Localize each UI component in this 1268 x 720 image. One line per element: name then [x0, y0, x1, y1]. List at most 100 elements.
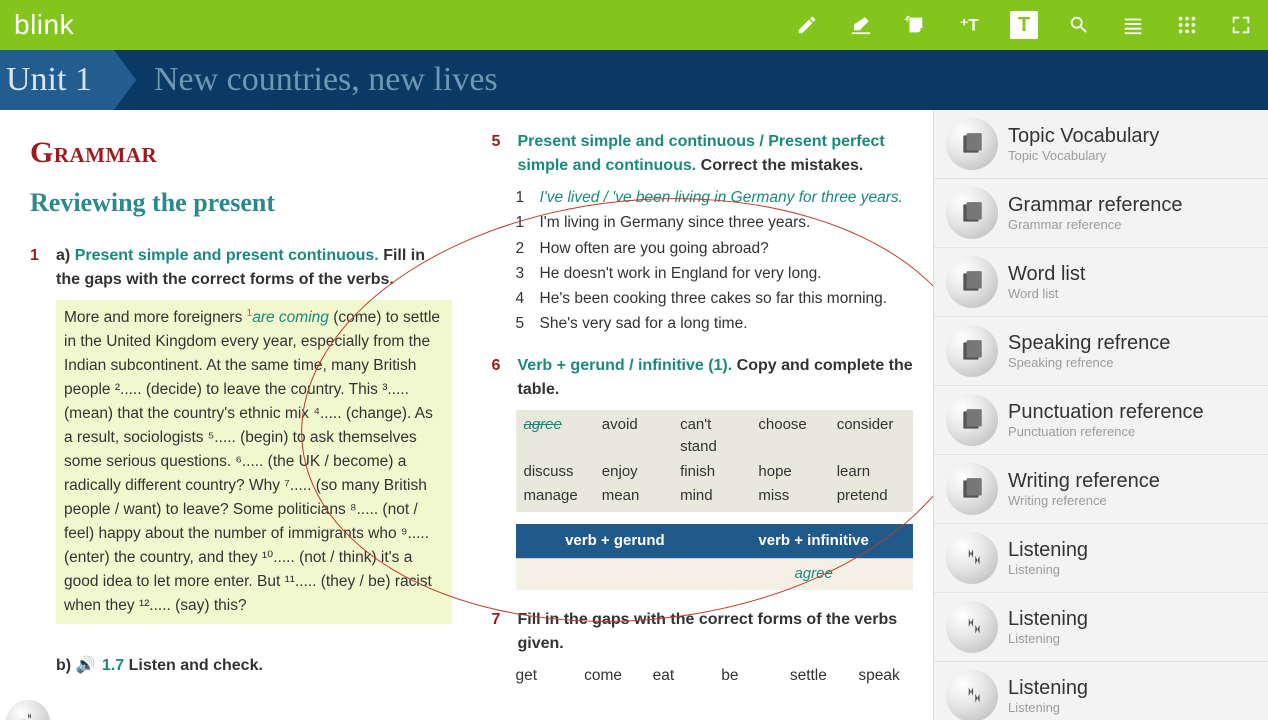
word-cell: get: [516, 664, 571, 687]
word-cell: finish: [680, 461, 748, 484]
ex7-bold: Fill in the gaps with the correct forms …: [518, 611, 898, 652]
unit-header: Unit 1 New countries, new lives: [0, 50, 1268, 110]
sidebar-item[interactable]: Grammar referenceGrammar reference: [934, 179, 1268, 248]
sidebar-item[interactable]: Speaking refrenceSpeaking refrence: [934, 317, 1268, 386]
ex1-passage: More and more foreigners 1are coming (co…: [56, 300, 452, 624]
word-cell: avoid: [602, 414, 670, 459]
ex5-row-text: How often are you going abroad?: [540, 237, 769, 260]
ex5-row: 3 He doesn't work in England for very lon…: [516, 262, 914, 285]
ex6-teal: Verb + gerund / infinitive (1).: [518, 357, 733, 374]
fullscreen-icon[interactable]: [1228, 12, 1254, 38]
audio-icon: [946, 601, 998, 653]
search-icon[interactable]: [1066, 12, 1092, 38]
ex7-words: getcomeeatbesettlespeak: [516, 664, 914, 687]
th-gerund: verb + gerund: [516, 524, 715, 559]
word-cell: mind: [680, 485, 748, 508]
word-cell: enjoy: [602, 461, 670, 484]
ex5-num: 5: [492, 130, 508, 178]
ex6-table-head: verb + gerund verb + infinitive: [516, 524, 914, 559]
sidebar-item-title: Speaking refrence: [1008, 332, 1170, 355]
word-cell: settle: [790, 664, 845, 687]
ex7-lead: 7 Fill in the gaps with the correct form…: [492, 608, 914, 656]
page-content: Grammar Reviewing the present 1 a) Prese…: [0, 110, 933, 720]
word-cell: consider: [837, 414, 905, 459]
ex5-row-num: 5: [516, 312, 528, 335]
ex5-row: 2 How often are you going abroad?: [516, 237, 914, 260]
word-cell: mean: [602, 485, 670, 508]
word-cell: can't stand: [680, 414, 748, 459]
ex5-bold: Correct the mistakes.: [701, 157, 864, 174]
th-infinitive: verb + infinitive: [714, 524, 913, 559]
passage-post: (come) to settle in the United Kingdom e…: [64, 309, 440, 614]
ex5-row-text: I've lived / 've been living in Germany …: [540, 186, 903, 209]
ex5-rows: 1 I've lived / 've been living in Germany…: [492, 186, 914, 336]
sidebar-item-sub: Listening: [1008, 700, 1088, 715]
word-cell: hope: [758, 461, 826, 484]
text-add-icon[interactable]: ⁺T: [956, 12, 982, 38]
ex1-teal: Present simple and present continuous.: [75, 247, 379, 264]
ex1-num: 1: [30, 244, 46, 292]
word-cell: pretend: [837, 485, 905, 508]
word-cell: miss: [758, 485, 826, 508]
cards-icon: [946, 118, 998, 170]
sidebar-item[interactable]: Word listWord list: [934, 248, 1268, 317]
sidebar-item-sub: Listening: [1008, 631, 1088, 646]
word-cell: choose: [758, 414, 826, 459]
passage-pre: More and more foreigners: [64, 309, 247, 326]
ex6-num: 6: [492, 354, 508, 402]
sidebar-item[interactable]: Writing referenceWriting reference: [934, 455, 1268, 524]
ex6-table-row: agree: [516, 558, 914, 590]
sidebar-item[interactable]: Punctuation referencePunctuation referen…: [934, 386, 1268, 455]
sidebar-item-title: Writing reference: [1008, 470, 1160, 493]
sidebar-item[interactable]: ListeningListening: [934, 524, 1268, 593]
heading-grammar: Grammar: [30, 130, 452, 175]
sidebar-item[interactable]: Topic VocabularyTopic Vocabulary: [934, 110, 1268, 179]
ex5-row: 1I've lived / 've been living in Germany…: [516, 186, 914, 209]
cards-icon: [946, 256, 998, 308]
sidebar-item-sub: Topic Vocabulary: [1008, 148, 1159, 163]
sidebar-item-sub: Speaking refrence: [1008, 355, 1170, 370]
sidebar-item-title: Topic Vocabulary: [1008, 125, 1159, 148]
sidebar-item-sub: Grammar reference: [1008, 217, 1183, 232]
ex5-row-num: 4: [516, 287, 528, 310]
word-cell: speak: [858, 664, 913, 687]
sidebar-item-sub: Writing reference: [1008, 493, 1160, 508]
cards-icon: [946, 463, 998, 515]
right-column: 5 Present simple and continuous / Presen…: [492, 130, 934, 720]
sidebar-item-title: Listening: [1008, 539, 1088, 562]
ex5-row: 4He's been cooking three cakes so far th…: [516, 287, 914, 310]
text-tool-icon[interactable]: T: [1010, 11, 1038, 39]
ex5-row: 5 She's very sad for a long time.: [516, 312, 914, 335]
cards-icon: [946, 394, 998, 446]
pencil-icon[interactable]: [794, 12, 820, 38]
unit-badge: Unit 1: [0, 50, 114, 110]
ex5-row-text: He doesn't work in England for very long…: [540, 262, 822, 285]
ex1b-track: 1.7: [102, 657, 124, 674]
menu-lines-icon[interactable]: [1120, 12, 1146, 38]
ex5-row-num: 2: [516, 237, 528, 260]
ex6-words: agreeavoidcan't standchooseconsider discu…: [516, 410, 914, 512]
eraser-icon[interactable]: [848, 12, 874, 38]
ex5-row-num: 3: [516, 262, 528, 285]
sidebar-item-title: Listening: [1008, 677, 1088, 700]
word-cell: discuss: [524, 461, 592, 484]
left-column: Grammar Reviewing the present 1 a) Prese…: [30, 130, 462, 720]
apps-grid-icon[interactable]: [1174, 12, 1200, 38]
ex1b-sub: b): [56, 657, 71, 674]
audio-icon: [946, 532, 998, 584]
ex5-row-text: She's very sad for a long time.: [540, 312, 748, 335]
sound-icon: 🔊: [76, 657, 96, 674]
sidebar-item[interactable]: ListeningListening: [934, 593, 1268, 662]
note-add-icon[interactable]: +: [902, 12, 928, 38]
ex5-lead: 5 Present simple and continuous / Presen…: [492, 130, 914, 178]
ex5-row-num: 1: [516, 211, 528, 234]
word-cell: be: [721, 664, 776, 687]
sidebar-item-title: Word list: [1008, 263, 1085, 286]
word-cell: agree: [524, 414, 592, 459]
svg-text:⁺T: ⁺T: [960, 17, 979, 35]
cards-icon: [946, 325, 998, 377]
main-layout: Grammar Reviewing the present 1 a) Prese…: [0, 110, 1268, 720]
sidebar-item[interactable]: ListeningListening: [934, 662, 1268, 720]
sidebar-item-title: Grammar reference: [1008, 194, 1183, 217]
sidebar-item-sub: Word list: [1008, 286, 1085, 301]
